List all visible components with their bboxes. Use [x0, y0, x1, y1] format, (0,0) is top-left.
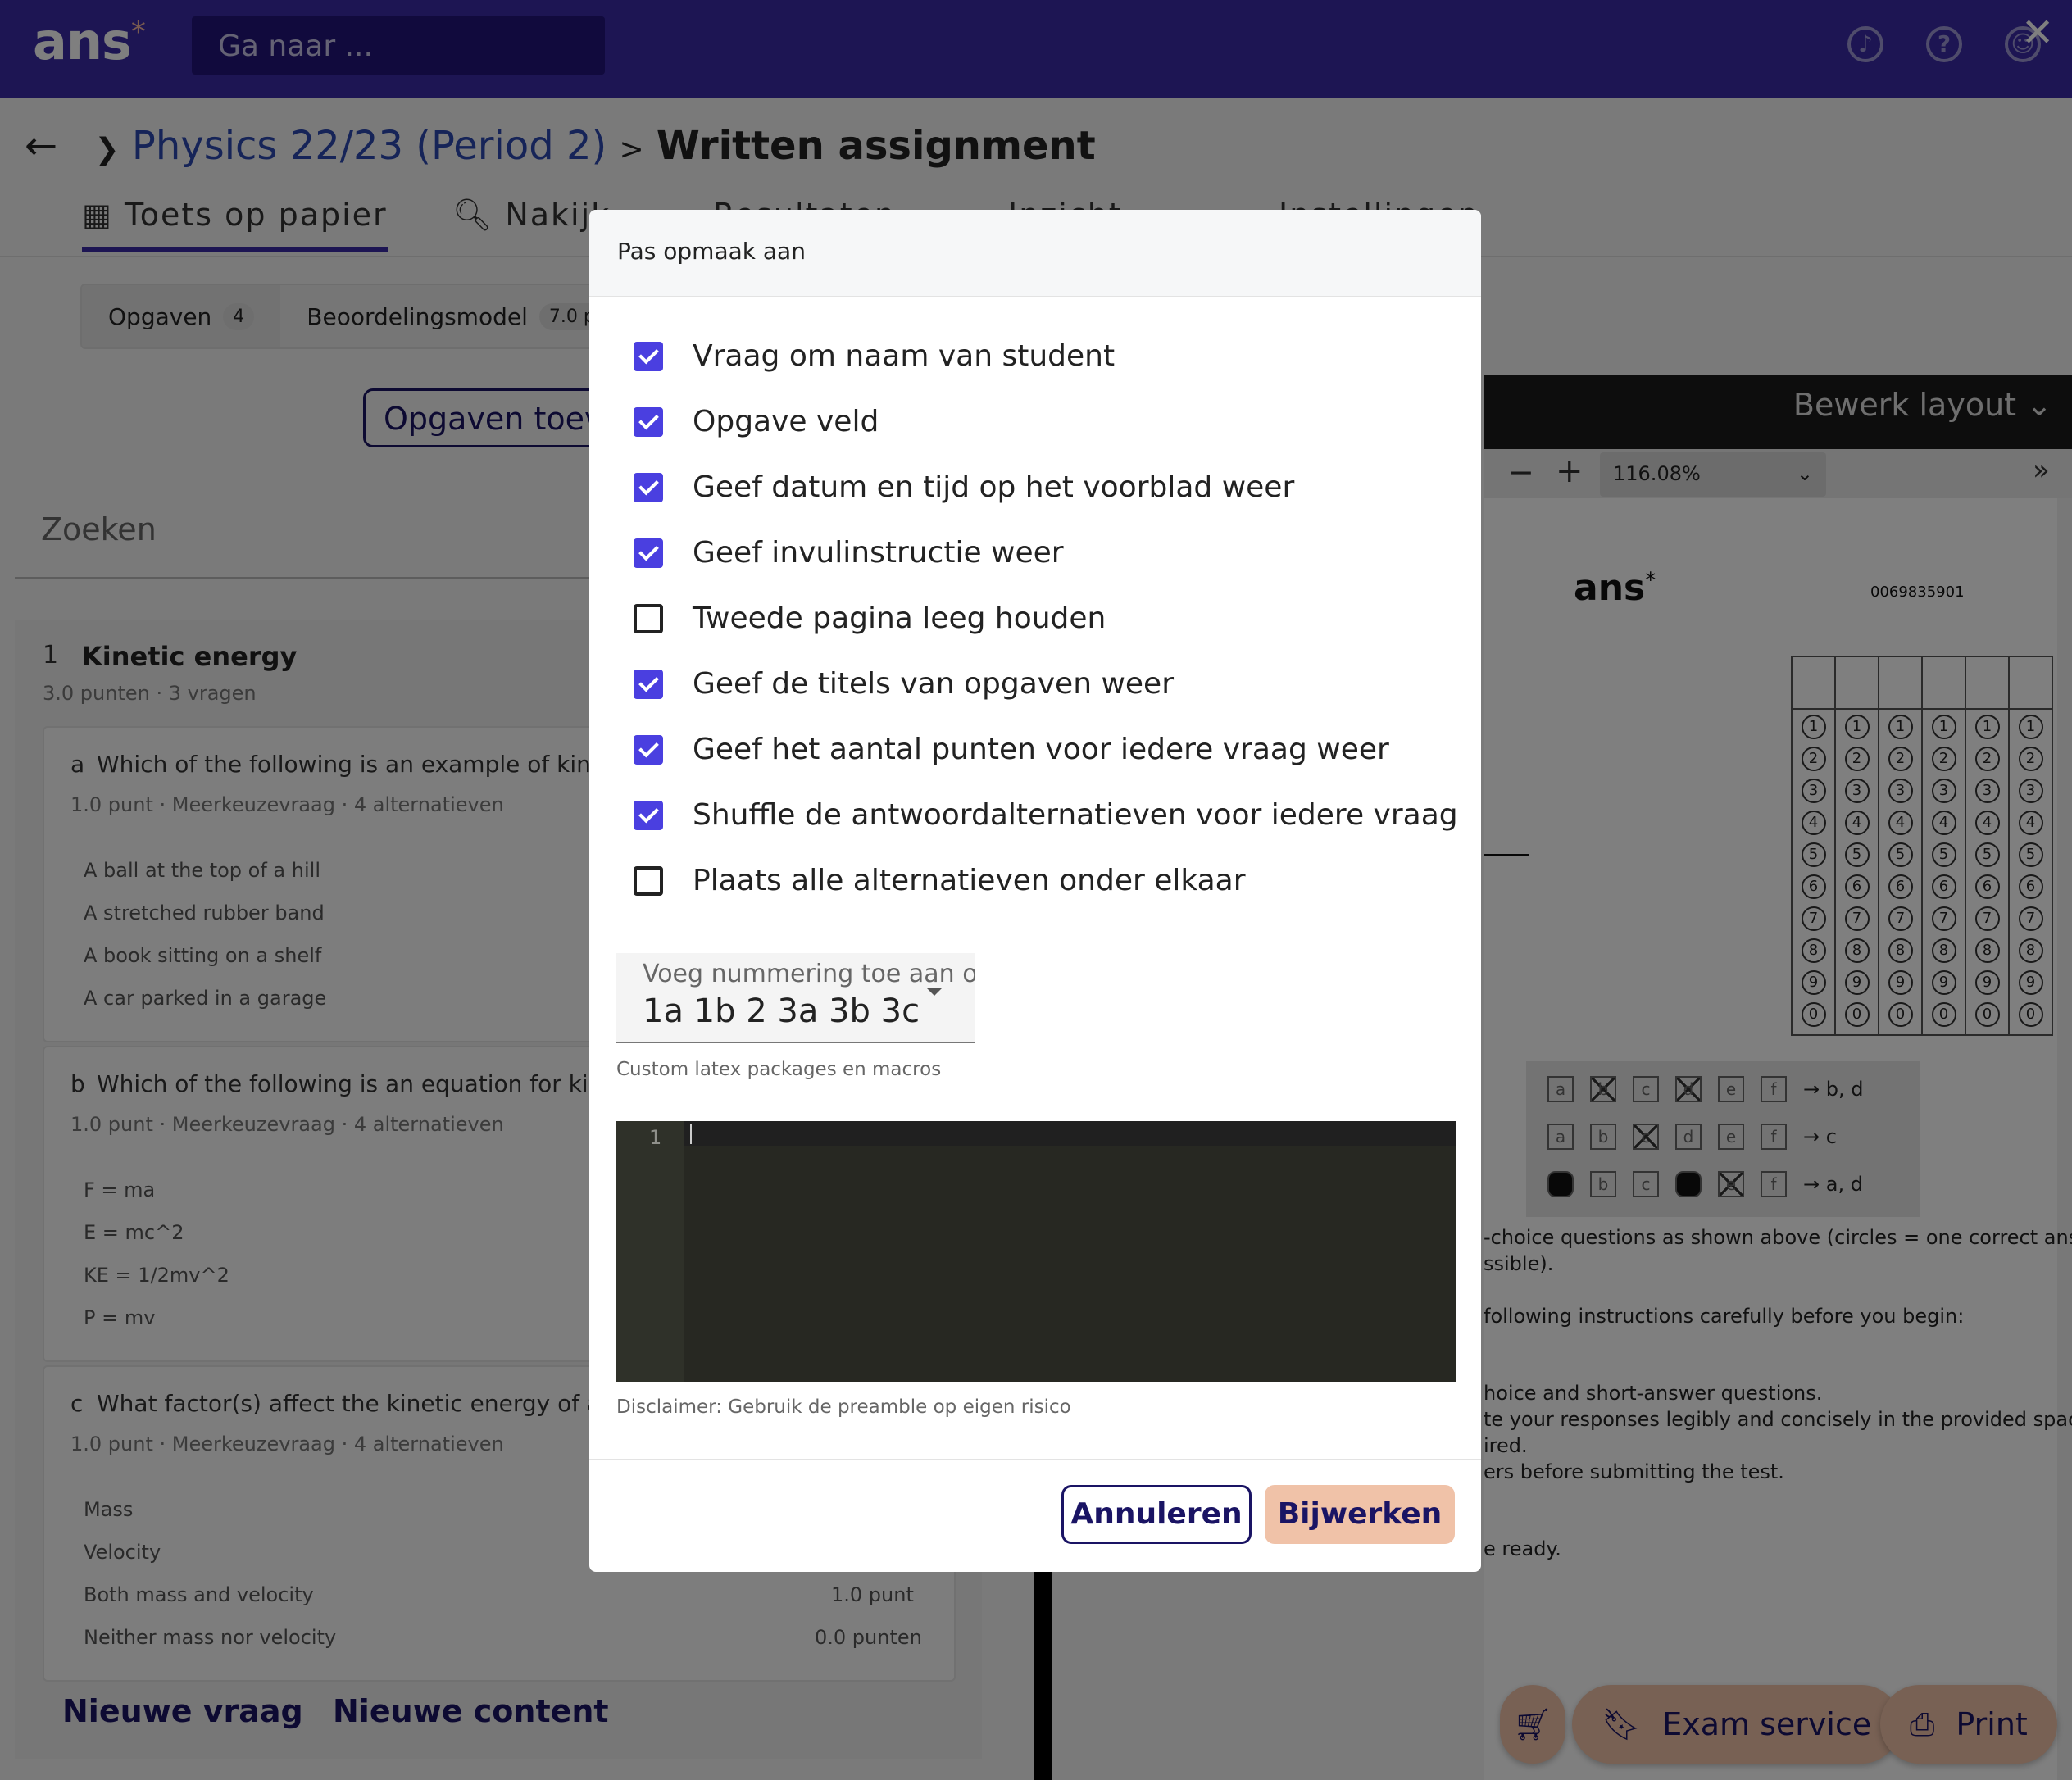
dropdown-arrow-icon	[926, 988, 943, 996]
option-alternatives-stacked[interactable]: Plaats alle alternatieven onder elkaar	[634, 864, 1246, 897]
disclaimer: Disclaimer: Gebruik de preamble op eigen…	[616, 1396, 1071, 1418]
numbering-label: Voeg nummering toe aan opg	[643, 960, 975, 988]
checkbox[interactable]	[634, 734, 663, 765]
dialog-footer-divider	[589, 1459, 1481, 1460]
checkbox[interactable]	[634, 406, 663, 437]
option-ask-student-name[interactable]: Vraag om naam van student	[634, 339, 1115, 373]
checkbox[interactable]	[634, 865, 663, 896]
numbering-value: 1a 1b 2 3a 3b 3c	[643, 992, 920, 1030]
editor-gutter	[616, 1121, 684, 1382]
dialog-title: Pas opmaak aan	[589, 210, 1481, 297]
cancel-button[interactable]: Annuleren	[1061, 1485, 1252, 1544]
checkbox[interactable]	[634, 603, 663, 633]
checkbox[interactable]	[634, 538, 663, 568]
option-shuffle-alternatives[interactable]: Shuffle de antwoordalternatieven voor ie…	[634, 798, 1458, 832]
checkbox[interactable]	[634, 341, 663, 371]
update-button[interactable]: Bijwerken	[1265, 1485, 1455, 1544]
option-show-fill-instruction[interactable]: Geef invulinstructie weer	[634, 536, 1064, 570]
checkbox[interactable]	[634, 669, 663, 699]
checkbox[interactable]	[634, 800, 663, 830]
option-show-points[interactable]: Geef het aantal punten voor iedere vraag…	[634, 733, 1389, 766]
numbering-select[interactable]: Voeg nummering toe aan opg 1a 1b 2 3a 3b…	[616, 953, 975, 1043]
layout-dialog: Pas opmaak aan Vraag om naam van student…	[589, 210, 1481, 1572]
option-exercise-field[interactable]: Opgave veld	[634, 405, 879, 438]
editor-cursor	[690, 1124, 692, 1144]
option-second-page-blank[interactable]: Tweede pagina leeg houden	[634, 602, 1106, 635]
option-show-date-time[interactable]: Geef datum en tijd op het voorblad weer	[634, 470, 1294, 504]
checkbox[interactable]	[634, 472, 663, 502]
line-number: 1	[649, 1126, 662, 1149]
latex-editor[interactable]: 1	[616, 1121, 1456, 1382]
option-show-exercise-titles[interactable]: Geef de titels van opgaven weer	[634, 667, 1174, 701]
latex-label: Custom latex packages en macros	[616, 1059, 942, 1080]
editor-active-line	[684, 1121, 1456, 1146]
